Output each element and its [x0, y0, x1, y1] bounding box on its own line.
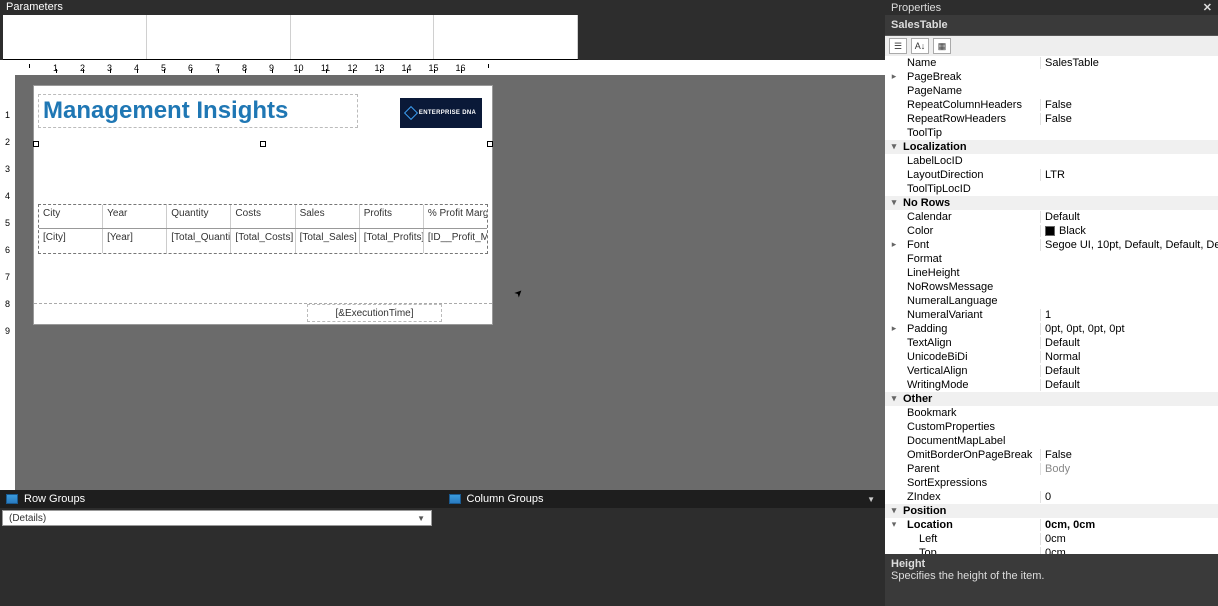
property-row[interactable]: Padding0pt, 0pt, 0pt, 0pt	[885, 322, 1218, 336]
row-groups-icon	[6, 494, 18, 504]
property-row[interactable]: NoRowsMessage	[885, 280, 1218, 294]
property-category[interactable]: Position	[885, 504, 1218, 518]
parameter-cell[interactable]	[291, 15, 435, 59]
property-row[interactable]: PageName	[885, 84, 1218, 98]
logo-text: ENTERPRISE DNA	[419, 110, 476, 116]
execution-time-textbox[interactable]: [&ExecutionTime]	[307, 304, 442, 322]
property-row[interactable]: UnicodeBiDiNormal	[885, 350, 1218, 364]
horizontal-ruler: 12345678910111213141516	[15, 60, 885, 75]
property-row[interactable]: CustomProperties	[885, 420, 1218, 434]
parameters-panel[interactable]	[3, 15, 578, 60]
property-row[interactable]: NameSalesTable	[885, 56, 1218, 70]
property-row[interactable]: VerticalAlignDefault	[885, 364, 1218, 378]
design-surface[interactable]: Management Insights ENTERPRISE DNA CityY…	[15, 75, 885, 490]
ruler-corner	[0, 60, 15, 75]
property-row[interactable]: RepeatRowHeadersFalse	[885, 112, 1218, 126]
properties-panel: Properties ✕ SalesTable ☰ A↓ ▦ NameSales…	[885, 0, 1218, 606]
column-groups-label: Column Groups	[467, 493, 544, 505]
properties-grid[interactable]: NameSalesTablePageBreakPageNameRepeatCol…	[885, 56, 1218, 554]
sales-table[interactable]: CityYearQuantityCostsSalesProfits% Profi…	[38, 204, 488, 254]
categorized-button[interactable]: ☰	[889, 38, 907, 54]
property-row[interactable]: Bookmark	[885, 406, 1218, 420]
property-row[interactable]: ParentBody	[885, 462, 1218, 476]
property-row[interactable]: PageBreak	[885, 70, 1218, 84]
property-row[interactable]: LabelLocID	[885, 154, 1218, 168]
close-icon[interactable]: ✕	[1203, 1, 1212, 14]
design-canvas[interactable]: 12345678910111213141516 123456789 Manage…	[0, 60, 885, 490]
table-data-cell[interactable]: [ID__Profit_Margin]	[424, 229, 487, 253]
table-data-cell[interactable]: [Total_Quantity]	[167, 229, 231, 253]
help-property-desc: Specifies the height of the item.	[891, 570, 1212, 582]
report-page[interactable]: Management Insights ENTERPRISE DNA CityY…	[33, 85, 493, 325]
details-group-label: (Details)	[9, 513, 46, 524]
details-group-item[interactable]: (Details) ▼	[2, 510, 432, 526]
table-detail-row[interactable]: [City][Year][Total_Quantity][Total_Costs…	[39, 229, 487, 253]
chevron-down-icon[interactable]: ▼	[417, 514, 425, 523]
row-groups-header: Row Groups	[0, 493, 443, 505]
table-header-cell[interactable]: Sales	[296, 205, 360, 228]
table-header-cell[interactable]: Profits	[360, 205, 424, 228]
column-groups-header: Column Groups ▼	[443, 493, 886, 505]
property-row[interactable]: DocumentMapLabel	[885, 434, 1218, 448]
table-header-cell[interactable]: Year	[103, 205, 167, 228]
vertical-ruler: 123456789	[0, 75, 15, 490]
selected-object-name[interactable]: SalesTable	[885, 15, 1218, 36]
logo-image[interactable]: ENTERPRISE DNA	[400, 98, 482, 128]
table-data-cell[interactable]: [Total_Sales]	[296, 229, 360, 253]
resize-handle[interactable]	[33, 141, 39, 147]
resize-handle[interactable]	[487, 141, 493, 147]
property-row[interactable]: ToolTipLocID	[885, 182, 1218, 196]
property-row[interactable]: SortExpressions	[885, 476, 1218, 490]
property-row[interactable]: TextAlignDefault	[885, 336, 1218, 350]
properties-toolbar: ☰ A↓ ▦	[885, 36, 1218, 56]
report-title-textbox[interactable]: Management Insights	[38, 94, 358, 128]
property-category[interactable]: No Rows	[885, 196, 1218, 210]
row-groups-list[interactable]: (Details) ▼	[0, 508, 443, 588]
alphabetical-button[interactable]: A↓	[911, 38, 929, 54]
groups-header-bar: Row Groups Column Groups ▼	[0, 490, 885, 508]
property-row[interactable]: OmitBorderOnPageBreakFalse	[885, 448, 1218, 462]
property-row[interactable]: NumeralLanguage	[885, 294, 1218, 308]
property-row[interactable]: Format	[885, 252, 1218, 266]
table-header-row[interactable]: CityYearQuantityCostsSalesProfits% Profi…	[39, 205, 487, 229]
properties-title: Properties	[891, 2, 941, 14]
property-row[interactable]: LineHeight	[885, 266, 1218, 280]
column-groups-icon	[449, 494, 461, 504]
property-category[interactable]: Other	[885, 392, 1218, 406]
property-row[interactable]: Left0cm	[885, 532, 1218, 546]
resize-handle[interactable]	[260, 141, 266, 147]
table-header-cell[interactable]: City	[39, 205, 103, 228]
table-header-cell[interactable]: % Profit Margin	[424, 205, 487, 228]
groups-menu-arrow[interactable]: ▼	[867, 495, 875, 504]
table-header-cell[interactable]: Quantity	[167, 205, 231, 228]
parameter-cell[interactable]	[3, 15, 147, 59]
table-data-cell[interactable]: [Year]	[103, 229, 167, 253]
table-data-cell[interactable]: [Total_Costs]	[231, 229, 295, 253]
property-row[interactable]: CalendarDefault	[885, 210, 1218, 224]
property-category[interactable]: Localization	[885, 140, 1218, 154]
property-row[interactable]: WritingModeDefault	[885, 378, 1218, 392]
properties-panel-header: Properties ✕	[885, 0, 1218, 15]
property-row[interactable]: Location0cm, 0cm	[885, 518, 1218, 532]
table-data-cell[interactable]: [City]	[39, 229, 103, 253]
property-row[interactable]: NumeralVariant1	[885, 308, 1218, 322]
parameters-panel-header: Parameters	[0, 0, 885, 15]
property-row[interactable]: RepeatColumnHeadersFalse	[885, 98, 1218, 112]
help-property-name: Height	[891, 558, 1212, 570]
groups-body: (Details) ▼	[0, 508, 885, 588]
property-row[interactable]: Top0cm	[885, 546, 1218, 554]
table-header-cell[interactable]: Costs	[231, 205, 295, 228]
parameter-cell[interactable]	[434, 15, 578, 59]
property-row[interactable]: ZIndex0	[885, 490, 1218, 504]
table-data-cell[interactable]: [Total_Profits]	[360, 229, 424, 253]
property-row[interactable]: LayoutDirectionLTR	[885, 168, 1218, 182]
properties-help: Height Specifies the height of the item.	[885, 554, 1218, 594]
parameter-cell[interactable]	[147, 15, 291, 59]
column-groups-list[interactable]	[443, 508, 886, 588]
property-row[interactable]: FontSegoe UI, 10pt, Default, Default, De…	[885, 238, 1218, 252]
row-groups-label: Row Groups	[24, 493, 85, 505]
property-row[interactable]: ColorBlack	[885, 224, 1218, 238]
property-pages-button[interactable]: ▦	[933, 38, 951, 54]
property-row[interactable]: ToolTip	[885, 126, 1218, 140]
